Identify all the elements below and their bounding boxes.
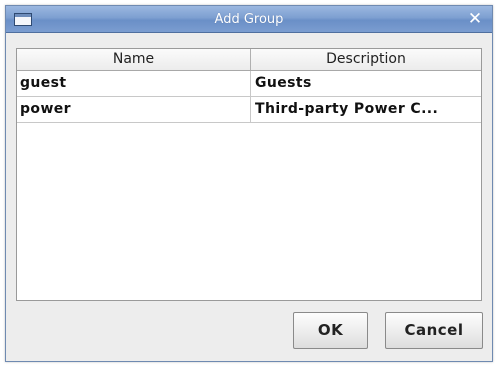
cell-name[interactable]: power bbox=[17, 97, 251, 122]
cancel-button[interactable]: Cancel bbox=[385, 312, 483, 349]
cell-description[interactable]: Guests bbox=[251, 71, 481, 96]
title-bar[interactable]: Add Group ✕ bbox=[6, 6, 492, 33]
column-header-name[interactable]: Name bbox=[17, 49, 251, 70]
column-header-description[interactable]: Description bbox=[251, 49, 481, 70]
table-header: Name Description bbox=[17, 49, 481, 71]
close-icon[interactable]: ✕ bbox=[466, 10, 484, 28]
add-group-dialog: Add Group ✕ Name Description guest Guest… bbox=[5, 5, 493, 362]
cell-description[interactable]: Third-party Power C... bbox=[251, 97, 481, 122]
groups-table[interactable]: Name Description guest Guests power Thir… bbox=[16, 48, 482, 301]
table-row[interactable]: power Third-party Power C... bbox=[17, 97, 481, 123]
ok-button[interactable]: OK bbox=[293, 312, 368, 349]
table-row[interactable]: guest Guests bbox=[17, 71, 481, 97]
cell-name[interactable]: guest bbox=[17, 71, 251, 96]
dialog-title: Add Group bbox=[214, 12, 284, 27]
